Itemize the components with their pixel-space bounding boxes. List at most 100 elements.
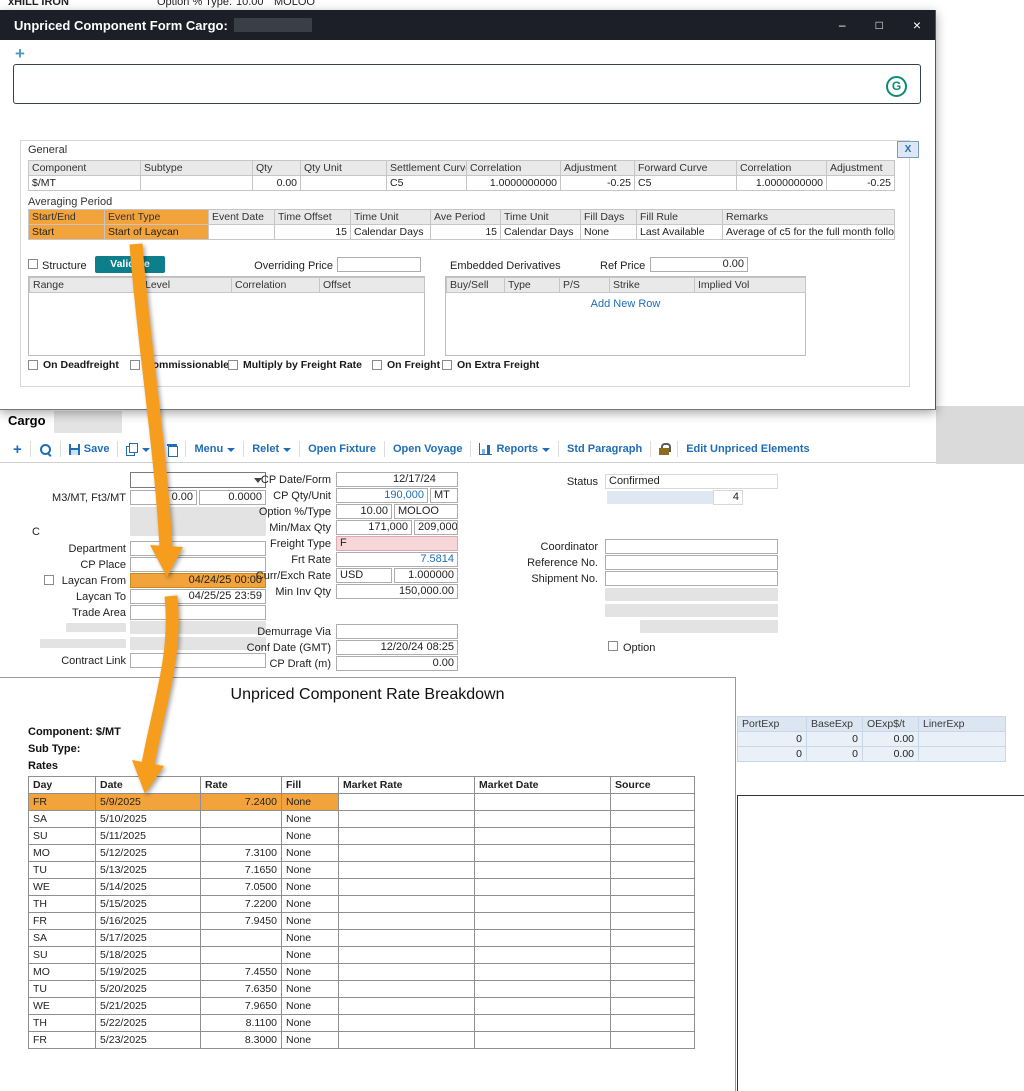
close-section-button[interactable]: X	[897, 141, 919, 158]
edit-unpriced-elements-button[interactable]: Edit Unpriced Elements	[686, 443, 809, 455]
grammarly-icon[interactable]: G	[886, 76, 907, 97]
status-field[interactable]: Confirmed	[605, 474, 778, 489]
averaging-cell[interactable]: 15	[274, 224, 351, 240]
fill-cell[interactable]: None	[281, 861, 339, 879]
market-date-cell[interactable]	[474, 1014, 611, 1032]
expense-cell[interactable]: 0.00	[862, 746, 919, 762]
date-cell[interactable]: 5/11/2025	[95, 827, 201, 845]
market-date-cell[interactable]	[474, 1031, 611, 1049]
date-cell[interactable]: 5/18/2025	[95, 946, 201, 964]
exch-rate-field[interactable]: 1.000000	[394, 568, 458, 583]
cp-qty-unit-field[interactable]: MT	[430, 488, 458, 503]
source-cell[interactable]	[610, 810, 695, 828]
lock-button[interactable]	[659, 443, 672, 455]
rate-cell[interactable]: 7.3100	[200, 844, 282, 862]
date-cell[interactable]: 5/14/2025	[95, 878, 201, 896]
market-date-cell[interactable]	[474, 810, 611, 828]
relet-button[interactable]: Relet	[252, 443, 292, 455]
checkbox[interactable]	[28, 360, 38, 370]
table-row[interactable]: TU 5/20/2025 7.6350 None	[28, 980, 695, 998]
save-button[interactable]: Save	[68, 443, 109, 455]
market-rate-cell[interactable]	[338, 980, 475, 998]
on-extra-freight-flag[interactable]: On Extra Freight	[442, 359, 539, 371]
table-row[interactable]: WE 5/21/2025 7.9650 None	[28, 997, 695, 1015]
rate-cell[interactable]	[200, 929, 282, 947]
table-row[interactable]: SA 5/17/2025 None	[28, 929, 695, 947]
general-cell[interactable]: C5	[634, 175, 737, 191]
general-cell[interactable]: 0.00	[252, 175, 301, 191]
on-freight-flag[interactable]: On Freight	[372, 359, 440, 371]
checkbox[interactable]	[130, 360, 140, 370]
expense-cell[interactable]: 0	[737, 731, 807, 747]
market-rate-cell[interactable]	[338, 861, 475, 879]
fill-cell[interactable]: None	[281, 912, 339, 930]
option-pct-field[interactable]: 10.00	[336, 504, 392, 519]
day-cell[interactable]: FR	[28, 793, 96, 811]
general-cell[interactable]: -0.25	[826, 175, 895, 191]
shipment-no-field[interactable]	[605, 571, 778, 586]
reference-no-field[interactable]	[605, 555, 778, 570]
market-date-cell[interactable]	[474, 980, 611, 998]
market-date-cell[interactable]	[474, 997, 611, 1015]
market-rate-cell[interactable]	[338, 1031, 475, 1049]
market-rate-cell[interactable]	[338, 844, 475, 862]
source-cell[interactable]	[610, 878, 695, 896]
day-cell[interactable]: TU	[28, 861, 96, 879]
market-rate-cell[interactable]	[338, 946, 475, 964]
source-cell[interactable]	[610, 793, 695, 811]
checkbox[interactable]	[228, 360, 238, 370]
min-qty-field[interactable]: 171,000	[336, 520, 412, 535]
market-rate-cell[interactable]	[338, 895, 475, 913]
open-voyage-button[interactable]: Open Voyage	[393, 443, 462, 455]
option-checkbox[interactable]	[608, 641, 618, 651]
day-cell[interactable]: MO	[28, 963, 96, 981]
market-date-cell[interactable]	[474, 912, 611, 930]
freight-type-field[interactable]: F	[336, 536, 458, 551]
market-rate-cell[interactable]	[338, 827, 475, 845]
add-new-row-link[interactable]: Add New Row	[445, 298, 806, 310]
day-cell[interactable]: FR	[28, 912, 96, 930]
market-rate-cell[interactable]	[338, 912, 475, 930]
rate-cell[interactable]: 7.4550	[200, 963, 282, 981]
expense-cell[interactable]	[918, 731, 1006, 747]
market-rate-cell[interactable]	[338, 963, 475, 981]
market-date-cell[interactable]	[474, 861, 611, 879]
option-type-field[interactable]: MOLOO	[394, 504, 458, 519]
averaging-cell[interactable]: None	[580, 224, 637, 240]
averaging-cell[interactable]: Calendar Days	[500, 224, 581, 240]
market-date-cell[interactable]	[474, 844, 611, 862]
max-qty-field[interactable]: 209,000	[414, 520, 458, 535]
averaging-cell[interactable]: Start	[28, 224, 105, 240]
table-row[interactable]: TH 5/22/2025 8.1100 None	[28, 1014, 695, 1032]
general-cell[interactable]: 1.0000000000	[736, 175, 827, 191]
date-cell[interactable]: 5/12/2025	[95, 844, 201, 862]
date-cell[interactable]: 5/10/2025	[95, 810, 201, 828]
fill-cell[interactable]: None	[281, 997, 339, 1015]
market-date-cell[interactable]	[474, 895, 611, 913]
expense-cell[interactable]	[918, 746, 1006, 762]
expense-cell[interactable]: 0	[737, 746, 807, 762]
menu-button[interactable]: Menu	[194, 443, 236, 455]
fill-cell[interactable]: None	[281, 980, 339, 998]
averaging-cell[interactable]: Start of Laycan	[104, 224, 209, 240]
source-cell[interactable]	[610, 980, 695, 998]
rate-cell[interactable]	[200, 946, 282, 964]
validate-button[interactable]: Validate	[95, 256, 165, 273]
averaging-cell[interactable]: Last Available	[636, 224, 723, 240]
table-row[interactable]: FR 5/23/2025 8.3000 None	[28, 1031, 695, 1049]
source-cell[interactable]	[610, 827, 695, 845]
conf-date-field[interactable]: 12/20/24 08:25	[336, 640, 458, 655]
delete-button[interactable]	[167, 443, 179, 457]
ref-price-field[interactable]: 0.00	[650, 257, 748, 272]
rate-cell[interactable]: 7.9450	[200, 912, 282, 930]
averaging-cell[interactable]: Average of c5 for the full month followi…	[722, 224, 895, 240]
general-cell[interactable]	[300, 175, 387, 191]
rate-cell[interactable]: 8.3000	[200, 1031, 282, 1049]
maximize-button[interactable]: □	[876, 19, 883, 31]
rate-cell[interactable]: 8.1100	[200, 1014, 282, 1032]
day-cell[interactable]: FR	[28, 1031, 96, 1049]
rate-cell[interactable]: 7.6350	[200, 980, 282, 998]
rate-cell[interactable]: 7.0500	[200, 878, 282, 896]
date-cell[interactable]: 5/15/2025	[95, 895, 201, 913]
date-cell[interactable]: 5/20/2025	[95, 980, 201, 998]
